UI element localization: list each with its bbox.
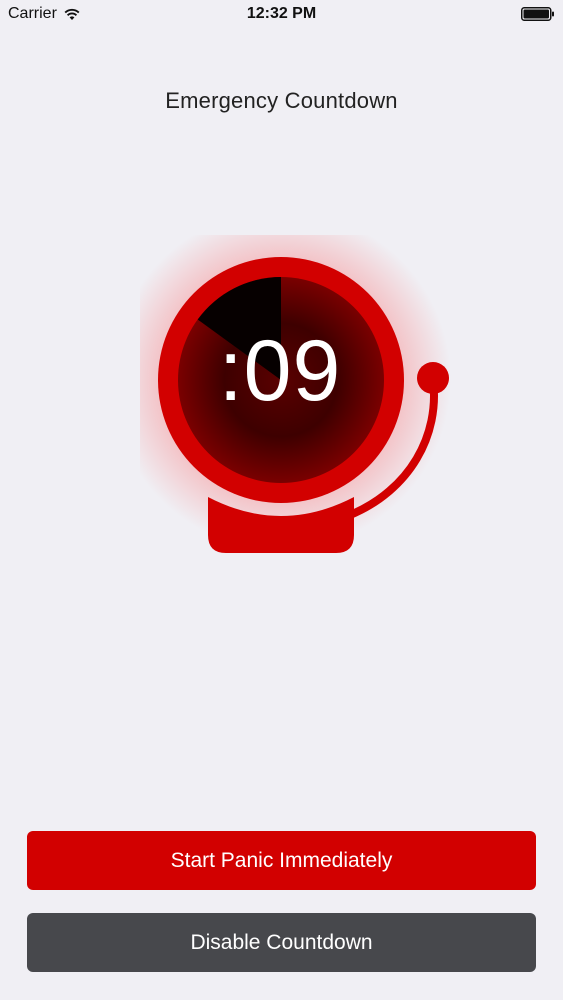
start-panic-label: Start Panic Immediately [170, 848, 393, 872]
countdown-display: :09 [218, 323, 342, 419]
disable-countdown-label: Disable Countdown [190, 930, 373, 954]
status-bar: Carrier 12:32 PM [0, 0, 563, 30]
status-time: 12:32 PM [246, 5, 317, 22]
battery-icon [521, 7, 555, 21]
disable-countdown-button[interactable]: Disable Countdown [27, 913, 536, 972]
start-panic-button[interactable]: Start Panic Immediately [27, 831, 536, 890]
page-title: Emergency Countdown [165, 88, 398, 113]
